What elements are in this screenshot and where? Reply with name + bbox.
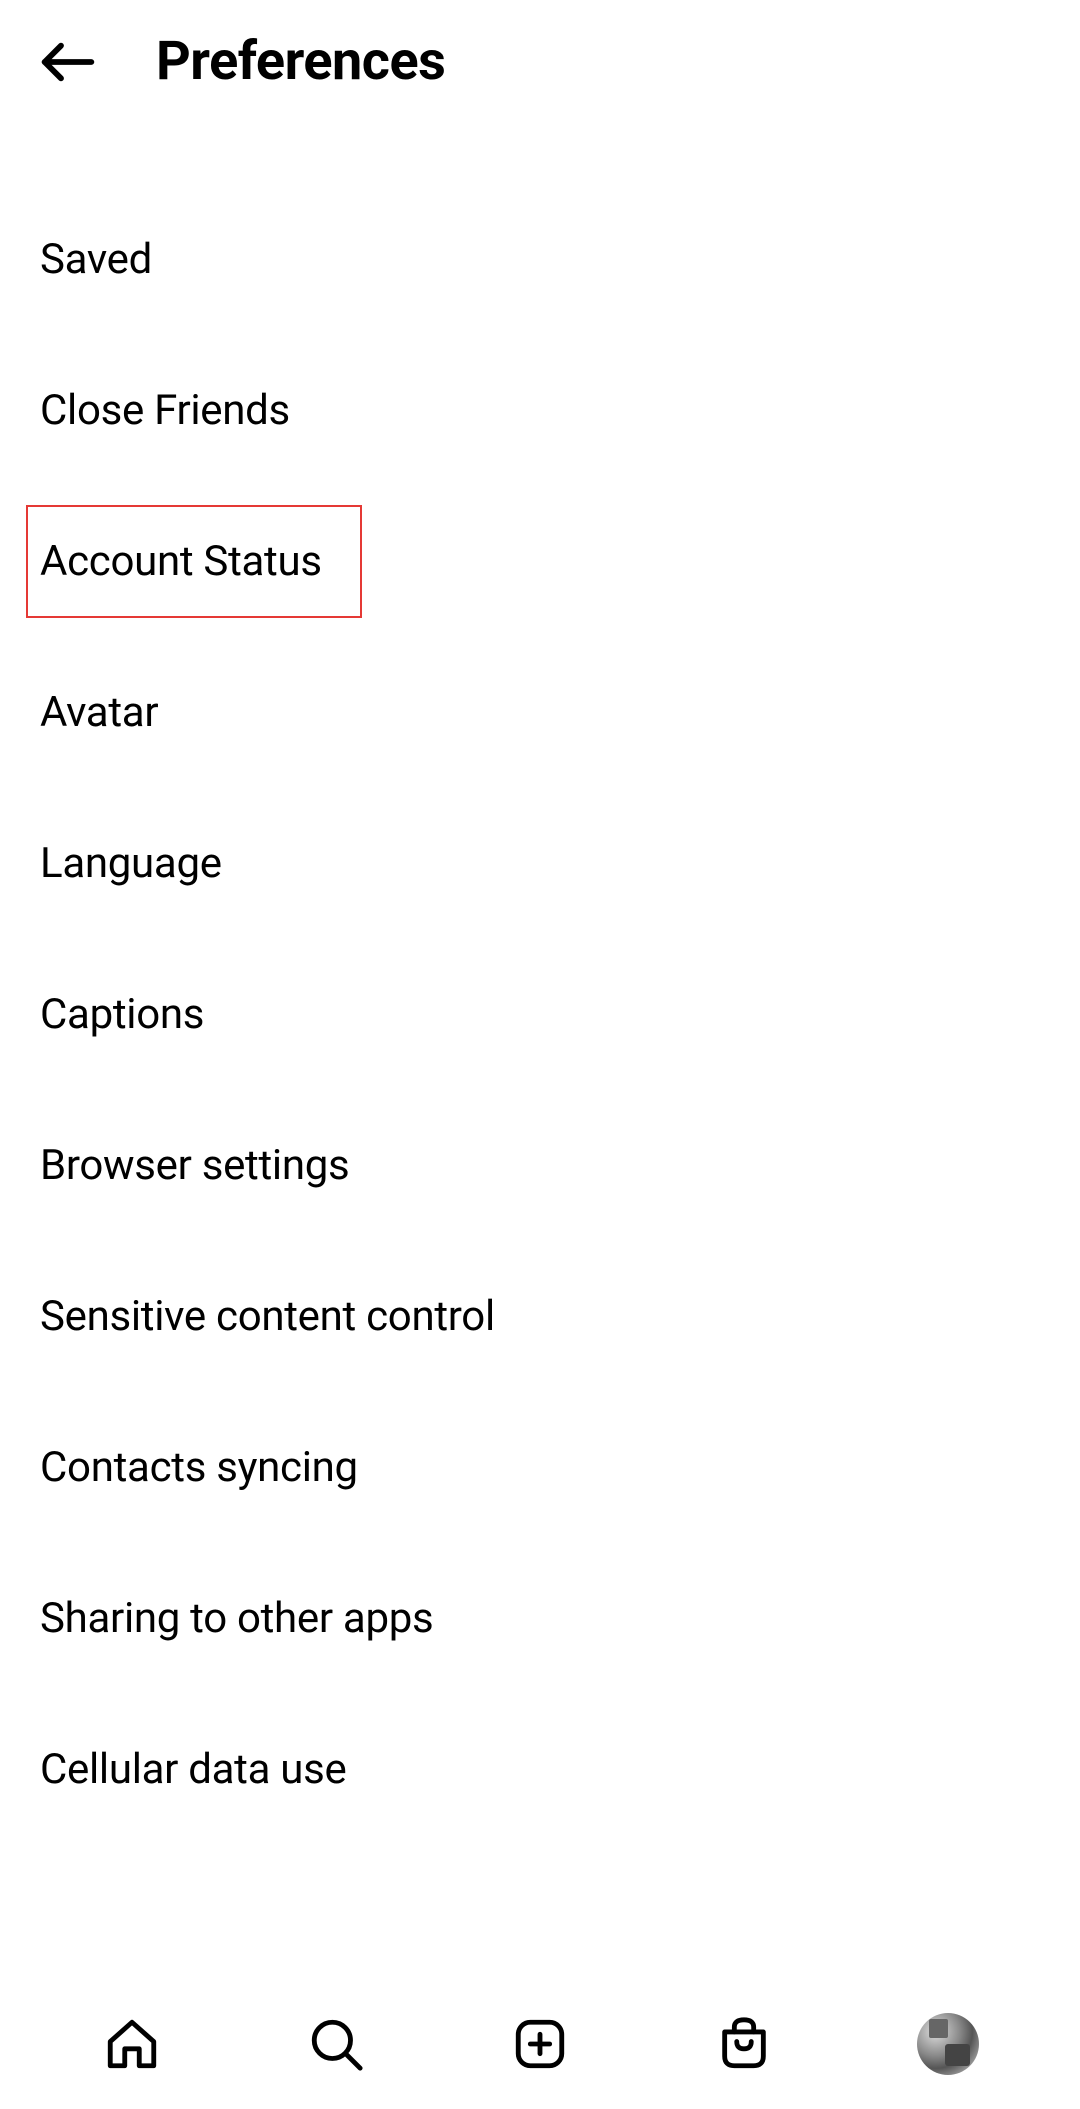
page-title: Preferences — [156, 30, 445, 93]
plus-square-icon — [511, 2015, 569, 2073]
avatar — [917, 2013, 979, 2075]
menu-item-sharing-to-other-apps[interactable]: Sharing to other apps — [40, 1562, 1040, 1675]
menu-item-avatar[interactable]: Avatar — [40, 656, 1040, 769]
menu-item-account-status[interactable]: Account Status — [26, 505, 362, 618]
home-icon — [103, 2015, 161, 2073]
nav-home[interactable] — [100, 2012, 164, 2076]
search-icon — [307, 2015, 365, 2073]
nav-create[interactable] — [508, 2012, 572, 2076]
shopping-bag-icon — [715, 2015, 773, 2073]
menu-item-close-friends[interactable]: Close Friends — [40, 354, 1040, 467]
bottom-navigation — [0, 1979, 1080, 2109]
arrow-left-icon — [40, 34, 96, 90]
nav-search[interactable] — [304, 2012, 368, 2076]
menu-item-browser-settings[interactable]: Browser settings — [40, 1109, 1040, 1222]
back-button[interactable] — [40, 34, 96, 90]
menu-item-sensitive-content-control[interactable]: Sensitive content control — [40, 1260, 1040, 1373]
menu-item-saved[interactable]: Saved — [40, 203, 1040, 316]
preferences-list: Saved Close Friends Account Status Avata… — [0, 123, 1080, 1826]
menu-item-captions[interactable]: Captions — [40, 958, 1040, 1071]
nav-profile[interactable] — [916, 2012, 980, 2076]
menu-item-contacts-syncing[interactable]: Contacts syncing — [40, 1411, 1040, 1524]
menu-item-language[interactable]: Language — [40, 807, 1040, 920]
nav-shop[interactable] — [712, 2012, 776, 2076]
header: Preferences — [0, 0, 1080, 123]
menu-item-cellular-data-use[interactable]: Cellular data use — [40, 1713, 1040, 1826]
